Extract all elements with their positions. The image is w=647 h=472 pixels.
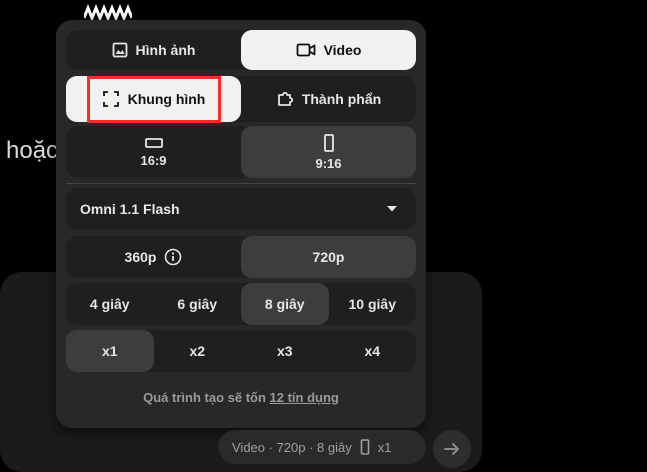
- count-x1-option[interactable]: x1: [66, 330, 154, 372]
- resolution-toggle: 360p 720p: [66, 236, 416, 278]
- video-camera-icon: [296, 42, 316, 58]
- settings-summary-chip[interactable]: Video · 720p · 8 giây x1: [218, 430, 426, 464]
- caret-down-icon: [387, 206, 397, 212]
- background-partial-text: hoặc: [6, 137, 59, 164]
- media-type-image-option[interactable]: Hình ảnh: [66, 30, 241, 70]
- section-divider: [66, 183, 416, 184]
- duration-toggle: 4 giây 6 giây 8 giây 10 giây: [66, 283, 416, 325]
- duration-10s-label: 10 giây: [348, 296, 396, 312]
- mode-toggle: Khung hình Thành phẩn: [66, 76, 416, 122]
- model-select[interactable]: Omni 1.1 Flash: [66, 188, 416, 230]
- credit-cost-note: Quá trình tạo sẽ tốn 12 tín dụng: [56, 390, 426, 405]
- mode-ingredients-label: Thành phẩn: [301, 91, 382, 107]
- mode-ingredients-option[interactable]: Thành phẩn: [241, 76, 416, 122]
- duration-6s-label: 6 giây: [177, 296, 218, 312]
- duration-8s-label: 8 giây: [264, 296, 305, 312]
- duration-4s-option[interactable]: 4 giây: [66, 283, 154, 325]
- media-type-video-label: Video: [323, 42, 362, 58]
- landscape-rectangle-icon: [144, 137, 163, 148]
- count-x4-option[interactable]: x4: [329, 330, 417, 372]
- resolution-720p-label: 720p: [312, 249, 345, 265]
- credit-prefix: Quá trình tạo sẽ tốn: [143, 390, 270, 405]
- model-select-value: Omni 1.1 Flash: [80, 201, 180, 217]
- aspect-16-9-option[interactable]: 16:9: [66, 126, 241, 178]
- generation-settings-panel: Hình ảnh Video Khung hình Thành phẩn 16:…: [56, 20, 426, 428]
- count-x2-label: x2: [189, 343, 206, 359]
- resolution-360p-option[interactable]: 360p: [66, 236, 241, 278]
- duration-4s-label: 4 giây: [89, 296, 130, 312]
- aspect-ratio-toggle: 16:9 9:16: [66, 126, 416, 178]
- info-icon[interactable]: [164, 248, 182, 266]
- duration-6s-option[interactable]: 6 giây: [154, 283, 242, 325]
- portrait-summary-icon: [360, 439, 370, 455]
- count-x2-option[interactable]: x2: [154, 330, 242, 372]
- count-x3-label: x3: [276, 343, 293, 359]
- mode-frame-option[interactable]: Khung hình: [66, 76, 241, 122]
- credit-link[interactable]: 12 tín dụng: [270, 390, 339, 405]
- media-type-image-label: Hình ảnh: [135, 42, 196, 58]
- decorative-pattern-icon: [84, 4, 132, 20]
- duration-10s-option[interactable]: 10 giây: [329, 283, 417, 325]
- aspect-9-16-label: 9:16: [315, 155, 342, 171]
- aspect-16-9-label: 16:9: [140, 152, 167, 168]
- summary-count: x1: [377, 439, 392, 455]
- send-button[interactable]: [433, 430, 471, 468]
- arrow-right-icon: [444, 443, 459, 455]
- summary-text: Video · 720p · 8 giây: [232, 439, 352, 455]
- frame-corners-icon: [102, 90, 120, 108]
- puzzle-piece-icon: [276, 90, 294, 108]
- resolution-360p-label: 360p: [124, 249, 157, 265]
- portrait-rectangle-icon: [323, 133, 334, 152]
- output-count-toggle: x1 x2 x3 x4: [66, 330, 416, 372]
- mode-frame-label: Khung hình: [127, 91, 206, 107]
- count-x3-option[interactable]: x3: [241, 330, 329, 372]
- aspect-9-16-option[interactable]: 9:16: [241, 126, 416, 178]
- count-x4-label: x4: [364, 343, 381, 359]
- resolution-720p-option[interactable]: 720p: [241, 236, 416, 278]
- count-x1-label: x1: [101, 343, 118, 359]
- duration-8s-option[interactable]: 8 giây: [241, 283, 329, 325]
- image-icon: [112, 42, 128, 58]
- media-type-toggle: Hình ảnh Video: [66, 30, 416, 70]
- media-type-video-option[interactable]: Video: [241, 30, 416, 70]
